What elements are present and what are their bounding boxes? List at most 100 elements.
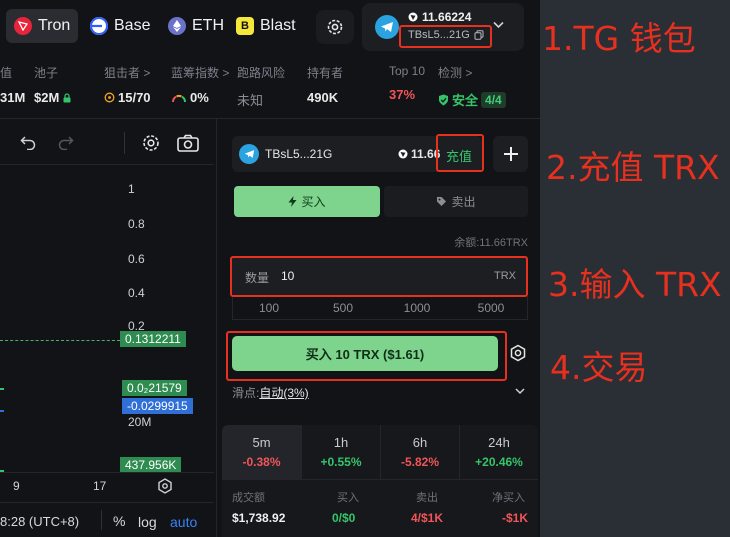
redo-icon[interactable]: [58, 136, 74, 150]
wallet-balance-value: 11.66224: [422, 10, 472, 24]
stats-divider: [222, 479, 538, 480]
summary-label-volume: 成交额: [232, 492, 265, 504]
check-count-badge: 4/4: [481, 91, 506, 108]
stat-top10: Top 10 37%: [389, 64, 425, 102]
stat-pool: 池子 $2M: [34, 64, 72, 105]
y-tick: 0.6: [128, 252, 145, 266]
preset-1000[interactable]: 1000: [382, 301, 452, 323]
tab-sell-label: 卖出: [451, 195, 476, 209]
camera-icon[interactable]: [177, 134, 199, 152]
period-24h[interactable]: 24h +20.46%: [459, 425, 538, 479]
chain-tab-blast[interactable]: B Blast: [228, 9, 304, 43]
telegram-icon: [239, 144, 259, 164]
trade-wallet[interactable]: TBsL5...21G 11.66 充值: [232, 136, 482, 172]
lock-icon: [63, 92, 71, 102]
plus-icon: [503, 147, 518, 161]
chain-tab-tron[interactable]: Tron: [6, 9, 79, 43]
preset-5000[interactable]: 5000: [456, 301, 526, 323]
chart-settings-icon[interactable]: [141, 133, 161, 153]
tron-icon: [14, 17, 32, 35]
settings-button[interactable]: [316, 10, 354, 44]
eth-icon: [168, 17, 186, 35]
wallet-address[interactable]: TBsL5...21G: [408, 29, 484, 41]
x-tick: 17: [93, 479, 107, 493]
period-label: 1h: [333, 435, 349, 450]
blast-icon: B: [236, 17, 254, 35]
chevron-down-icon[interactable]: [515, 388, 525, 395]
axis-settings-icon[interactable]: [157, 478, 173, 494]
tab-buy-label: 买入: [301, 195, 326, 209]
timezone-label[interactable]: 8:28 (UTC+8): [0, 514, 79, 529]
gear-icon: [327, 19, 343, 35]
tab-sell[interactable]: 卖出: [384, 186, 528, 217]
stat-label: 检测 >: [438, 66, 473, 80]
price-tag-green: 0.0₂21579: [122, 380, 187, 396]
chevron-down-icon[interactable]: [493, 21, 504, 29]
stat-value: $2M: [34, 90, 60, 105]
copy-icon[interactable]: [474, 30, 484, 40]
trading-app: Tron Base ETH B Blast 11.66224 TBsL5...2…: [0, 0, 540, 537]
quantity-input[interactable]: 数量 10 TRX: [232, 256, 528, 296]
period-6h[interactable]: 6h -5.82%: [380, 425, 459, 479]
trade-wallet-balance: 11.66: [411, 147, 441, 161]
balance-text: 余额:11.66TRX: [454, 237, 528, 249]
add-wallet-button[interactable]: [493, 136, 528, 172]
slippage-row: 滑点:自动(3%): [232, 384, 309, 401]
stat-market-cap: 值 31M: [0, 64, 25, 105]
quantity-unit: TRX: [494, 270, 516, 282]
gauge-icon: [171, 94, 187, 102]
chart-footer-border: [0, 502, 214, 503]
current-price-tag: 0.1312211: [120, 331, 186, 347]
preset-500[interactable]: 500: [308, 301, 378, 323]
stat-snipers[interactable]: 狙击者 > 15/70: [104, 64, 151, 105]
stat-check[interactable]: 检测 > 安全 4/4: [438, 64, 506, 109]
top-bar: Tron Base ETH B Blast 11.66224 TBsL5...2…: [0, 0, 540, 56]
trx-coin-icon: [398, 149, 408, 159]
tg-wallet[interactable]: 11.66224 TBsL5...21G: [362, 3, 524, 51]
stat-label: 值: [0, 66, 13, 80]
price-line: [0, 340, 120, 341]
stat-label: Top 10: [389, 64, 426, 78]
stat-value: 37%: [389, 87, 416, 102]
period-5m[interactable]: 5m -0.38%: [222, 425, 301, 479]
quantity-value[interactable]: 10: [281, 269, 294, 283]
log-toggle[interactable]: log: [138, 514, 157, 530]
y-tick: 0.4: [128, 286, 145, 300]
telegram-icon: [375, 15, 399, 39]
period-label: 24h: [488, 435, 510, 450]
period-change: -5.82%: [400, 455, 440, 469]
chain-tab-base[interactable]: Base: [82, 9, 158, 43]
period-1h[interactable]: 1h +0.55%: [301, 425, 380, 479]
base-icon: [90, 17, 108, 35]
percent-toggle[interactable]: %: [113, 513, 125, 529]
volume-tag: 437.956K: [120, 457, 182, 473]
recharge-button[interactable]: 充值: [446, 146, 472, 165]
preset-100[interactable]: 100: [234, 301, 304, 323]
slippage-value[interactable]: 自动(3%): [259, 386, 308, 400]
tab-buy[interactable]: 买入: [234, 186, 380, 217]
divider: [0, 118, 540, 119]
volume-tick: 20M: [128, 415, 152, 429]
chain-label: Tron: [38, 17, 71, 34]
stat-value: 15/70: [118, 90, 151, 105]
footer-divider: [101, 510, 102, 530]
period-label: 6h: [412, 435, 428, 450]
period-change: -0.38%: [242, 455, 281, 469]
y-tick: 1: [128, 182, 135, 196]
wallet-balance: 11.66224: [408, 10, 471, 24]
stat-bluechip[interactable]: 蓝筹指数 > 0%: [171, 64, 229, 105]
annotation-panel: 1.TG 钱包 2.充值 TRX 3.输入 TRX 4.交易: [540, 0, 730, 537]
chain-tab-eth[interactable]: ETH: [160, 9, 232, 43]
y-tick: 0.8: [128, 217, 145, 231]
candle-mark: [0, 388, 4, 390]
market-stats: 5m -0.38% 1h +0.55% 6h -5.82% 24h +20.46…: [222, 425, 538, 537]
undo-icon[interactable]: [20, 136, 36, 150]
buy-button[interactable]: 买入 10 TRX ($1.61): [232, 336, 498, 371]
period-label: 5m: [252, 435, 271, 450]
stat-rug-risk: 跑路风险 未知: [237, 64, 285, 109]
trx-coin-icon: [408, 12, 418, 22]
trade-settings-icon[interactable]: [509, 344, 527, 362]
wallet-address-text: TBsL5...21G: [408, 29, 470, 41]
price-chart[interactable]: 1 0.8 0.6 0.4 0.2 0.1312211 0.0₂21579 -0…: [0, 124, 214, 537]
auto-toggle[interactable]: auto: [170, 514, 197, 530]
